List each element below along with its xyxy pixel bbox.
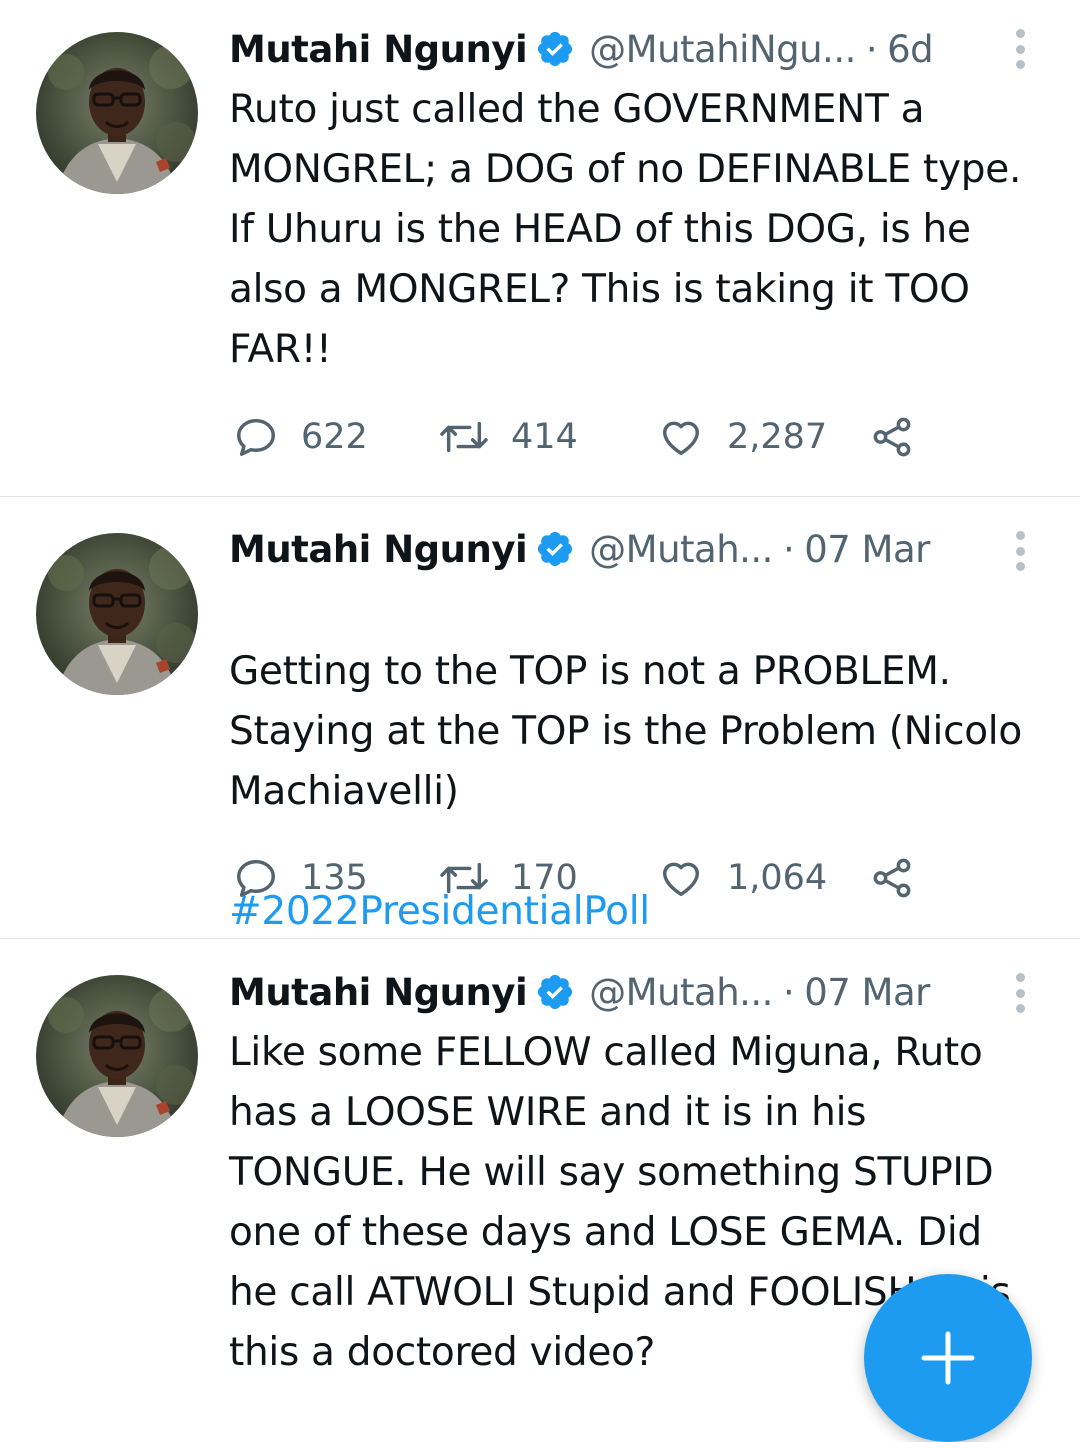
avatar-image [36, 975, 198, 1137]
tweet-actions: 622 414 2,287 [233, 412, 933, 462]
tweet-header: Mutahi Ngunyi @Mutah... · 07 Mar [229, 522, 1040, 576]
retweet-button[interactable]: 170 [439, 853, 578, 903]
tweet[interactable]: Mutahi Ngunyi @Mutah... · 07 Mar Getting… [0, 497, 1080, 939]
reply-button[interactable]: 135 [233, 853, 368, 903]
tweet-actions: 135 170 1,064 [233, 853, 933, 903]
heart-icon [662, 862, 700, 897]
retweet-icon [440, 421, 488, 453]
tweet-timestamp[interactable]: 07 Mar [804, 971, 930, 1014]
reply-count: 622 [301, 417, 368, 457]
reply-icon [237, 859, 275, 897]
avatar[interactable] [36, 975, 198, 1137]
share-button[interactable] [869, 853, 915, 903]
like-button[interactable]: 2,287 [657, 412, 827, 462]
separator-dot: · [865, 27, 878, 71]
retweet-count: 414 [511, 417, 578, 457]
separator-dot: · [782, 970, 795, 1014]
tweet-timestamp[interactable]: 6d [887, 28, 934, 71]
retweet-count: 170 [511, 858, 578, 898]
reply-count: 135 [301, 858, 368, 898]
tweet-timestamp[interactable]: 07 Mar [804, 528, 930, 571]
tweet-header: Mutahi Ngunyi @Mutah... · 07 Mar [229, 965, 1040, 1019]
verified-badge-icon [535, 29, 575, 69]
share-icon [873, 858, 911, 898]
plus-icon [921, 1331, 975, 1385]
author-name[interactable]: Mutahi Ngunyi [229, 28, 528, 71]
avatar[interactable] [36, 533, 198, 695]
author-name[interactable]: Mutahi Ngunyi [229, 971, 528, 1014]
more-options-icon[interactable] [1008, 531, 1032, 571]
retweet-icon [440, 862, 488, 894]
share-button[interactable] [869, 412, 915, 462]
tweet-text: Getting to the TOP is not a PROBLEM. Sta… [229, 649, 1022, 814]
tweet[interactable]: Mutahi Ngunyi @MutahiNgu... · 6d Ruto ju… [0, 0, 1080, 497]
like-button[interactable]: 1,064 [657, 853, 827, 903]
author-handle[interactable]: @MutahiNgu... [589, 28, 856, 71]
compose-tweet-button[interactable] [864, 1274, 1032, 1442]
tweet-text: Ruto just called the GOVERNMENT a MONGRE… [229, 87, 1022, 372]
avatar-image [36, 533, 198, 695]
heart-icon [662, 421, 700, 456]
avatar-image [36, 32, 198, 194]
separator-dot: · [782, 527, 795, 571]
verified-badge-icon [535, 529, 575, 569]
retweet-button[interactable]: 414 [439, 412, 578, 462]
author-handle[interactable]: @Mutah... [589, 971, 773, 1014]
avatar[interactable] [36, 32, 198, 194]
verified-badge-icon [535, 972, 575, 1012]
author-handle[interactable]: @Mutah... [589, 528, 773, 571]
more-options-icon[interactable] [1008, 973, 1032, 1013]
reply-button[interactable]: 622 [233, 412, 368, 462]
like-count: 2,287 [727, 417, 828, 457]
reply-icon [237, 418, 275, 456]
share-icon [873, 417, 911, 457]
tweet-header: Mutahi Ngunyi @MutahiNgu... · 6d [229, 22, 1040, 76]
author-name[interactable]: Mutahi Ngunyi [229, 528, 528, 571]
like-count: 1,064 [727, 858, 828, 898]
more-options-icon[interactable] [1008, 29, 1032, 69]
